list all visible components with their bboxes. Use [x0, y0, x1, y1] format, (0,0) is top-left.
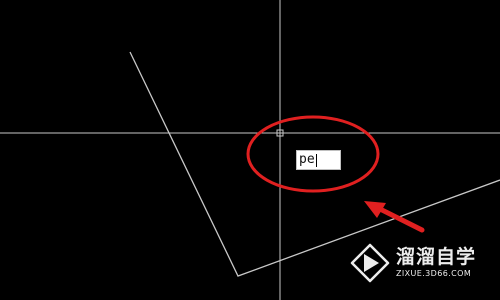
- watermark-url: ZIXUE.3D66.COM: [396, 269, 472, 278]
- watermark-title: 溜溜自学: [396, 246, 477, 268]
- watermark: 溜溜自学 ZIXUE.3D66.COM: [350, 235, 485, 290]
- text-caret: [315, 153, 317, 167]
- command-input-text: pe: [299, 152, 315, 167]
- watermark-text: 溜溜自学 ZIXUE.3D66.COM: [396, 246, 476, 279]
- dynamic-command-input[interactable]: pe: [296, 150, 341, 170]
- play-triangle-icon: [350, 243, 390, 282]
- drawing-canvas[interactable]: pe 溜溜自学 ZIXUE.3D66.COM: [0, 0, 500, 300]
- pointer-arrow-icon: [364, 201, 425, 233]
